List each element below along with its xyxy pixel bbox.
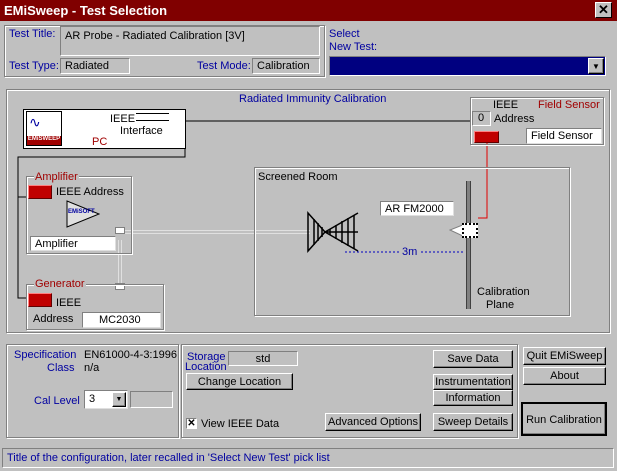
cal-level-label: Cal Level	[34, 395, 80, 407]
view-ieee-label[interactable]: View IEEE Data	[201, 418, 279, 430]
calibration-plane-label-2: Plane	[486, 299, 515, 311]
cal-level-value: 3	[89, 393, 96, 405]
ieee-bus-icon	[136, 113, 169, 121]
field-probe[interactable]	[462, 223, 478, 238]
antenna-name[interactable]: AR FM2000	[380, 201, 454, 216]
field-sensor-title: Field Sensor	[538, 99, 600, 111]
status-text: Title of the configuration, later recall…	[7, 452, 330, 464]
amplifier-ieee-address-label: IEEE Address	[56, 186, 124, 198]
information-button[interactable]: Information	[433, 390, 513, 406]
distance-label: 3m	[400, 246, 420, 258]
generator-ieee-label: IEEE	[56, 297, 82, 309]
storage-label-2: Location	[185, 361, 227, 373]
class-value: n/a	[84, 362, 100, 374]
field-sensor-address-label: Address	[494, 113, 535, 125]
field-sensor-ieee-label: IEEE	[493, 99, 519, 111]
save-data-button[interactable]: Save Data	[433, 350, 513, 368]
sweep-details-button[interactable]: Sweep Details	[433, 413, 513, 431]
field-sensor-status-indicator	[474, 131, 499, 143]
generator-name[interactable]: MC2030	[82, 312, 161, 328]
cal-level-select[interactable]: 3 ▼	[84, 390, 128, 409]
storage-value[interactable]: std	[228, 351, 298, 366]
amplifier-port	[115, 227, 125, 234]
screened-room-title: Screened Room	[258, 171, 338, 183]
amplifier-status-indicator	[28, 185, 52, 199]
run-calibration-button[interactable]: Run Calibration	[521, 402, 607, 436]
cal-level-detail-field	[130, 391, 173, 408]
amplifier-logo-text: EMiSOFT	[68, 209, 95, 215]
advanced-options-button[interactable]: Advanced Options	[325, 413, 421, 431]
view-ieee-checkbox[interactable]: ✕	[186, 418, 197, 429]
spec-class-label-2: Class	[47, 362, 75, 374]
change-location-button[interactable]: Change Location	[186, 373, 293, 390]
quit-button[interactable]: Quit EMiSweep	[523, 347, 606, 365]
spec-class-label-1: Specification	[14, 349, 77, 361]
pc-interface-label: Interface	[120, 125, 163, 137]
amplifier-title: Amplifier	[34, 171, 79, 183]
amplifier-name[interactable]: Amplifier	[30, 236, 116, 251]
pc-ieee-label: IEEE	[110, 113, 136, 125]
calibration-plane-label-1: Calibration	[477, 286, 530, 298]
generator-status-indicator	[28, 293, 52, 307]
pc-logo: ∿ EMiSWEEP	[26, 111, 62, 146]
about-button[interactable]: About	[523, 367, 606, 385]
calibration-plane-bar	[466, 181, 471, 309]
pc-logo-text: EMiSWEEP	[27, 136, 61, 145]
amplifier-triangle-icon: EMiSOFT	[66, 200, 101, 228]
generator-title: Generator	[34, 278, 86, 290]
spec-value: EN61000-4-3:1996	[84, 349, 177, 361]
pc-label: PC	[92, 136, 108, 148]
chevron-down-icon[interactable]: ▼	[112, 392, 126, 407]
status-bar: Title of the configuration, later recall…	[2, 448, 614, 468]
instrumentation-button[interactable]: Instrumentation	[433, 374, 513, 390]
generator-address-label: Address	[33, 313, 74, 325]
waveform-icon: ∿	[29, 114, 41, 130]
field-sensor-address[interactable]: 0	[472, 111, 491, 126]
field-sensor-name[interactable]: Field Sensor	[526, 128, 602, 144]
